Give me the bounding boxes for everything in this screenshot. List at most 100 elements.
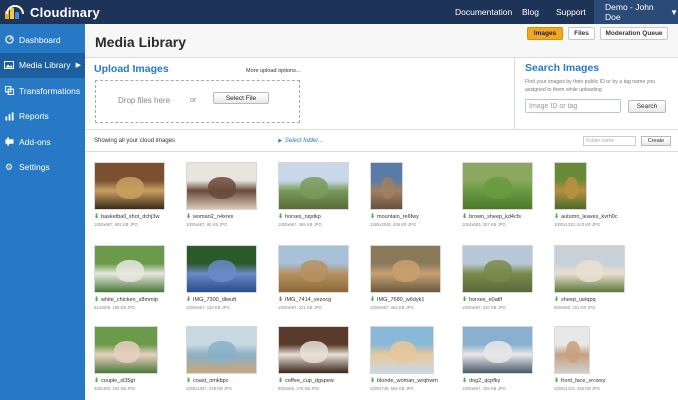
- image-thumbnail[interactable]: [278, 245, 349, 293]
- image-tile[interactable]: ⬇ basketball_shot_dchj3w 1000x667, 602 KB …: [94, 162, 182, 227]
- image-name-text: mountain_re6fwy: [377, 213, 419, 220]
- image-name: ⬇ IMG_7680_w6dyk1: [370, 296, 458, 304]
- search-input[interactable]: [525, 99, 621, 113]
- download-icon[interactable]: ⬇: [370, 213, 375, 220]
- download-icon[interactable]: ⬇: [554, 213, 559, 220]
- tab-files[interactable]: Files: [568, 27, 595, 40]
- image-grid: ⬇ basketball_shot_dchj3w 1000x667, 602 KB …: [85, 152, 678, 400]
- image-tile[interactable]: ⬇ front_face_vrcwxy 1000x1333, 265 KB JPG: [554, 326, 642, 391]
- image-meta: 400x300, 202 KB JPG: [94, 386, 136, 391]
- image-tile[interactable]: ⬇ horses_nqstkp 1000x667, 365 KB JPG: [278, 162, 366, 227]
- image-thumbnail[interactable]: [278, 162, 349, 210]
- download-icon[interactable]: ⬇: [186, 296, 191, 303]
- image-tile[interactable]: ⬇ horses_e0atlf 1000x667, 220 KB JPG: [462, 245, 550, 310]
- sidebar-item-reports[interactable]: Reports: [0, 104, 85, 130]
- search-button[interactable]: Search: [628, 100, 666, 113]
- sidebar-item-transformations[interactable]: Transformations: [0, 78, 85, 104]
- image-tile[interactable]: ⬇ brown_sheep_kd4cfs 1024x683, 207 KB JPG: [462, 162, 550, 227]
- image-thumbnail[interactable]: [94, 245, 165, 293]
- image-thumbnail[interactable]: [94, 162, 165, 210]
- download-icon[interactable]: ⬇: [370, 296, 375, 303]
- image-name: ⬇ white_chicken_s8mmip: [94, 296, 182, 304]
- create-folder-button[interactable]: Create: [641, 136, 671, 146]
- image-tile[interactable]: ⬇ woman2_n4xrex 1000x667, 60 KB JPG: [186, 162, 274, 227]
- image-thumbnail[interactable]: [554, 326, 590, 374]
- download-icon[interactable]: ⬇: [186, 377, 191, 384]
- image-thumbnail[interactable]: [186, 162, 257, 210]
- sidebar-item-dashboard[interactable]: Dashboard: [0, 27, 85, 53]
- download-icon[interactable]: ⬇: [462, 213, 467, 220]
- transform-icon: [4, 86, 14, 96]
- image-thumbnail[interactable]: [94, 326, 158, 374]
- image-tile[interactable]: ⬇ coast_omkbpc 1000x1067, 219 KB JPG: [186, 326, 274, 391]
- nav-documentation-link[interactable]: Documentation: [455, 7, 512, 17]
- image-meta: 512x606, 190 KB JPG: [94, 305, 136, 310]
- download-icon[interactable]: ⬇: [278, 296, 283, 303]
- image-tile[interactable]: ⬇ couple_sl35gt 400x300, 202 KB JPG: [94, 326, 182, 391]
- user-menu[interactable]: Demo - John Doe ▼: [594, 0, 678, 24]
- showing-all-text: Showing all your cloud images: [94, 138, 176, 144]
- download-icon[interactable]: ⬇: [186, 213, 191, 220]
- download-icon[interactable]: ⬇: [554, 377, 559, 384]
- tab-images[interactable]: Images: [527, 27, 563, 40]
- drop-zone[interactable]: Drop files here or Select File: [95, 80, 300, 123]
- download-icon[interactable]: ⬇: [94, 377, 99, 384]
- cloudinary-logo[interactable]: Cloudinary: [5, 3, 100, 21]
- image-tile[interactable]: ⬇ dog2_qcpfky 1000x667, 439 KB JPG: [462, 326, 550, 391]
- sidebar-item-settings[interactable]: ⚙ Settings: [0, 155, 85, 181]
- library-toolbar: Showing all your cloud images ▶ Select f…: [85, 130, 678, 152]
- sidebar-item-add-ons[interactable]: Add-ons: [0, 129, 85, 155]
- image-thumbnail[interactable]: [462, 245, 533, 293]
- image-thumbnail[interactable]: [370, 245, 441, 293]
- download-icon[interactable]: ⬇: [462, 377, 467, 384]
- drop-files-text: Drop files here: [118, 96, 171, 105]
- thumbnail-subject: [300, 341, 328, 363]
- download-icon[interactable]: ⬇: [554, 296, 559, 303]
- image-tile[interactable]: ⬇ mountain_re6fwy 1365x2048, 308 KB JPG: [370, 162, 458, 227]
- page-title: Media Library: [95, 34, 187, 50]
- download-icon[interactable]: ⬇: [94, 213, 99, 220]
- download-icon[interactable]: ⬇: [462, 296, 467, 303]
- image-thumbnail[interactable]: [186, 326, 257, 374]
- sidebar-item-media-library[interactable]: Media Library ▶: [0, 52, 85, 78]
- download-icon[interactable]: ⬇: [278, 377, 283, 384]
- image-icon: [4, 60, 14, 70]
- select-file-button[interactable]: Select File: [213, 92, 269, 104]
- image-name-text: couple_sl35gt: [101, 377, 135, 384]
- image-tile[interactable]: ⬇ autumn_leaves_kvrh0c 1000x1333, 543 KB J…: [554, 162, 642, 227]
- image-name: ⬇ sheep_uelqpq: [554, 296, 642, 304]
- image-name: ⬇ basketball_shot_dchj3w: [94, 213, 182, 221]
- image-thumbnail[interactable]: [370, 162, 403, 210]
- image-name-text: IMG_7414_vezocg: [285, 296, 332, 303]
- download-icon[interactable]: ⬇: [278, 213, 283, 220]
- thumbnail-subject: [392, 260, 420, 282]
- nav-support-link[interactable]: Support: [556, 7, 586, 17]
- image-thumbnail[interactable]: [186, 245, 257, 293]
- folder-name-input[interactable]: [583, 136, 636, 146]
- image-tile[interactable]: ⬇ IMG_7414_vezocg 1000x667, 221 KB JPG: [278, 245, 366, 310]
- image-name-text: IMG_7300_dlwuft: [193, 296, 237, 303]
- image-thumbnail[interactable]: [278, 326, 349, 374]
- image-name: ⬇ coast_omkbpc: [186, 377, 274, 385]
- download-icon[interactable]: ⬇: [94, 296, 99, 303]
- image-name-text: front_face_vrcwxy: [561, 377, 606, 384]
- download-icon[interactable]: ⬇: [370, 377, 375, 384]
- image-tile[interactable]: ⬇ white_chicken_s8mmip 512x606, 190 KB JPG: [94, 245, 182, 310]
- image-thumbnail[interactable]: [370, 326, 434, 374]
- nav-blog-link[interactable]: Blog: [522, 7, 539, 17]
- image-thumbnail[interactable]: [462, 326, 533, 374]
- tab-moderation-queue[interactable]: Moderation Queue: [600, 27, 668, 40]
- image-tile[interactable]: ⬇ IMG_7300_dlwuft 1000x667, 129 KB JPG: [186, 245, 274, 310]
- image-tile[interactable]: ⬇ IMG_7680_w6dyk1 1000x667, 262 KB JPG: [370, 245, 458, 310]
- image-thumbnail[interactable]: [554, 245, 625, 293]
- image-tile[interactable]: ⬇ blonde_woman_wrqhwm 1000x749, 505 KB JPG: [370, 326, 458, 391]
- image-name: ⬇ IMG_7414_vezocg: [278, 296, 366, 304]
- image-name-text: white_chicken_s8mmip: [101, 296, 158, 303]
- caret-down-icon: ▼: [670, 7, 678, 17]
- image-tile[interactable]: ⬇ coffee_cup_dgspew 800x555, 478 KB JPG: [278, 326, 366, 391]
- select-folder-link[interactable]: ▶ Select folder...: [278, 138, 323, 144]
- image-thumbnail[interactable]: [462, 162, 533, 210]
- image-tile[interactable]: ⬇ sheep_uelqpq 800x560, 151 KB JPG: [554, 245, 642, 310]
- more-upload-options-link[interactable]: More upload options...: [246, 68, 300, 74]
- image-thumbnail[interactable]: [554, 162, 587, 210]
